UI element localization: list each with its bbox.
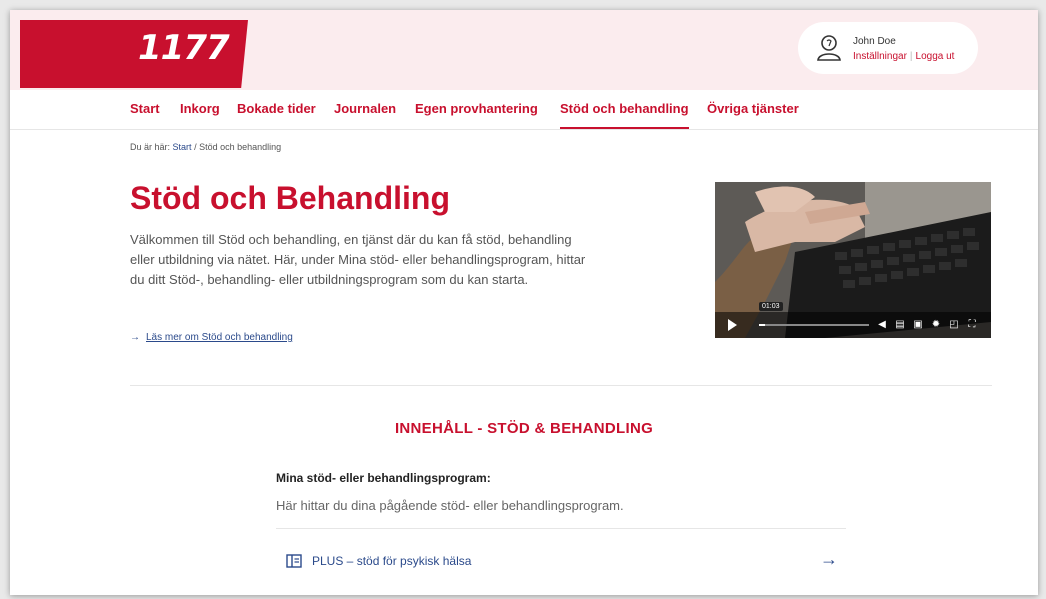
programs-separator (276, 528, 846, 529)
page-title: Stöd och Behandling (130, 180, 450, 216)
read-more-label: Läs mer om Stöd och behandling (146, 332, 293, 343)
nav-item-ovriga-tjanster[interactable]: Övriga tjänster (707, 101, 799, 116)
arrow-right-icon: → (820, 549, 838, 569)
user-name: John Doe (853, 36, 896, 47)
read-more-link[interactable]: → Läs mer om Stöd och behandling (130, 332, 293, 343)
logo-text: 1177 (138, 28, 230, 68)
nav-item-inkorg[interactable]: Inkorg (180, 101, 220, 116)
pip-icon[interactable]: ◰ (947, 318, 961, 332)
video-control-icons: ◀ ▤ ▣ ✹ ◰ ⛶ (875, 318, 979, 332)
breadcrumb-current: Stöd och behandling (199, 142, 282, 152)
fullscreen-icon[interactable]: ⛶ (965, 318, 979, 332)
settings-link[interactable]: Inställningar (853, 51, 907, 62)
video-progress[interactable] (759, 324, 869, 326)
programs-heading: Mina stöd- eller behandlingsprogram: (276, 471, 491, 485)
nav-item-bokade-tider[interactable]: Bokade tider (237, 101, 316, 116)
user-links: Inställningar | Logga ut (853, 51, 954, 62)
video-player[interactable]: 01:03 ◀ ▤ ▣ ✹ ◰ ⛶ (715, 182, 991, 338)
main-nav: Start Inkorg Bokade tider Journalen Egen… (10, 90, 1038, 130)
breadcrumb: Du är här: Start / Stöd och behandling (130, 142, 281, 152)
play-icon[interactable] (725, 318, 739, 332)
program-item-plus[interactable]: PLUS – stöd för psykisk hälsa → (276, 547, 846, 577)
browser-frame: 1177 John Doe Inställningar | Logga ut Sta… (10, 10, 1038, 595)
user-menu: John Doe Inställningar | Logga ut (798, 22, 978, 74)
breadcrumb-separator: / (194, 142, 197, 152)
settings-icon[interactable]: ✹ (929, 318, 943, 332)
transcript-icon[interactable]: ▣ (911, 318, 925, 332)
breadcrumb-start[interactable]: Start (173, 142, 192, 152)
breadcrumb-prefix: Du är här: (130, 142, 171, 152)
header: 1177 John Doe Inställningar | Logga ut (10, 10, 1038, 90)
nav-item-stod-och-behandling[interactable]: Stöd och behandling (560, 101, 689, 129)
video-time: 01:03 (759, 302, 783, 311)
section-title: INNEHÅLL - STÖD & BEHANDLING (394, 420, 654, 437)
logout-link[interactable]: Logga ut (916, 51, 955, 62)
nav-item-egen-provhantering[interactable]: Egen provhantering (415, 101, 538, 116)
intro-text: Välkommen till Stöd och behandling, en t… (130, 232, 586, 287)
subtitles-icon[interactable]: ▤ (893, 318, 907, 332)
nav-item-journalen[interactable]: Journalen (334, 101, 396, 116)
section-divider (130, 385, 992, 386)
program-label: PLUS – stöd för psykisk hälsa (312, 554, 472, 568)
programs-description: Här hittar du dina pågående stöd- eller … (276, 498, 624, 513)
arrow-right-icon: → (130, 332, 140, 343)
user-icon (817, 35, 841, 61)
video-progress-fill (759, 324, 765, 326)
logo[interactable]: 1177 (20, 20, 248, 88)
program-book-icon (286, 554, 302, 568)
volume-icon[interactable]: ◀ (875, 318, 889, 332)
video-controls: 01:03 ◀ ▤ ▣ ✹ ◰ ⛶ (715, 302, 991, 338)
user-links-separator: | (909, 51, 913, 62)
nav-item-start[interactable]: Start (130, 101, 160, 116)
